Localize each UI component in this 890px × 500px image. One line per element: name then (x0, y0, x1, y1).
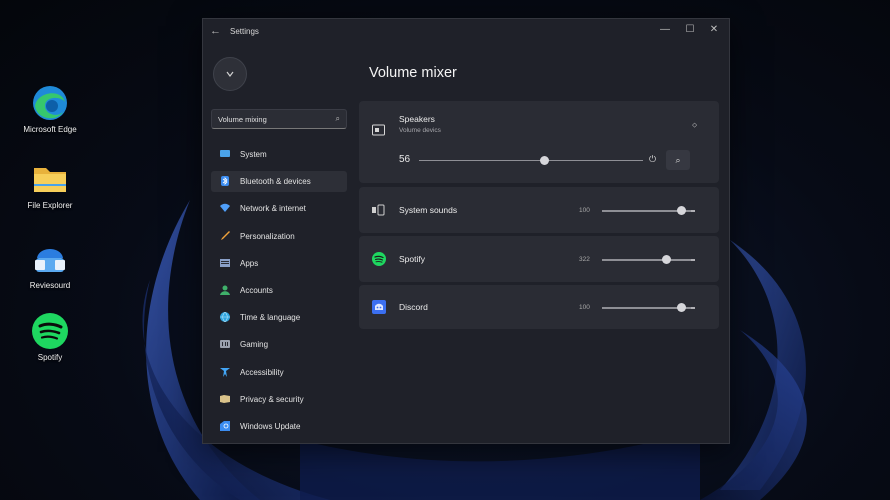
sidebar-item-personalization[interactable]: Personalization (211, 226, 347, 247)
sidebar-item-label: Privacy & security (240, 394, 304, 404)
sidebar-item-windows-update[interactable]: Windows Update (211, 416, 347, 437)
sidebar-item-label: Bluetooth & devices (240, 177, 311, 187)
bluetooth-icon (221, 176, 229, 187)
app-volume-thumb[interactable] (676, 206, 686, 215)
maximize-button[interactable]: ☐ (683, 24, 697, 35)
app-name: Discord (399, 302, 428, 312)
system-icon (220, 150, 230, 157)
avatar[interactable] (213, 57, 247, 91)
sidebar-item-apps[interactable]: Apps (211, 253, 347, 274)
discord-icon (372, 300, 386, 314)
sidebar-item-label: Gaming (240, 340, 269, 350)
spotify-icon (372, 252, 386, 266)
apps-icon (220, 258, 230, 267)
desktop-icon-spotify[interactable]: Spotify (10, 312, 90, 362)
sidebar-item-gaming[interactable]: Gaming (211, 334, 347, 355)
desktop-icon-label: File Explorer (27, 201, 73, 210)
speakers-volume-slider[interactable] (419, 159, 643, 161)
app-volume-thumb[interactable] (662, 255, 672, 264)
speakers-volume-value: 56 (399, 154, 411, 165)
close-button[interactable]: ✕ (707, 24, 721, 35)
user-icon (226, 71, 234, 77)
sidebar-item-label: Time & language (240, 313, 301, 323)
edge-icon (31, 84, 69, 122)
app-volume-value: 100 (579, 207, 590, 214)
speaker-device-icon (372, 124, 385, 136)
sidebar-item-label: Apps (240, 258, 259, 268)
update-icon (220, 420, 230, 431)
sidebar-item-system[interactable]: System (211, 144, 347, 165)
window-title: Settings (230, 27, 259, 36)
slider-end-mark (691, 210, 695, 212)
accessibility-icon (220, 367, 230, 377)
desktop-icon-label: Spotify (37, 353, 63, 362)
speakers-volume-thumb[interactable] (539, 155, 549, 165)
page-title: Volume mixer (369, 65, 457, 81)
app-row-discord[interactable]: Discord 100 (359, 285, 719, 329)
sidebar-item-accounts[interactable]: Accounts (211, 280, 347, 301)
sidebar-item-label: Accessibility (240, 367, 284, 377)
sidebar-item-label: Personalization (240, 231, 295, 241)
sidebar-item-time-language[interactable]: Time & language (211, 307, 347, 328)
sidebar-item-label: System (240, 150, 267, 159)
search-value: Volume mixing (218, 115, 267, 124)
search-icon: ⌕ (675, 154, 681, 165)
desktop-icon-label: Reviesourd (29, 281, 71, 290)
gaming-icon (220, 340, 230, 349)
app-volume-value: 322 (579, 256, 590, 263)
system-sounds-icon (372, 204, 385, 216)
desktop-icon-app[interactable]: Reviesourd (10, 240, 90, 290)
sidebar-item-network[interactable]: Network & internet (211, 198, 347, 219)
speakers-card[interactable]: Speakers Volume devics ⬦ 56 ⏻ ⌕ (359, 101, 719, 183)
speakers-subtitle: Volume devics (399, 127, 441, 134)
sidebar-item-privacy[interactable]: Privacy & security (211, 389, 347, 410)
desktop-icon-label: Microsoft Edge (23, 125, 77, 134)
back-button[interactable]: ← (210, 25, 221, 37)
network-icon (220, 204, 230, 213)
desktop-icon-edge[interactable]: Microsoft Edge (10, 84, 90, 134)
sidebar-item-label: Network & internet (240, 204, 306, 214)
app-volume-thumb[interactable] (676, 303, 686, 312)
settings-window: ← Settings — ☐ ✕ Volume mixing ⌕ System … (202, 18, 730, 444)
shield-icon (220, 394, 230, 403)
folder-icon (31, 160, 69, 198)
slider-end-mark (691, 259, 695, 261)
plug-icon[interactable]: ⏻ (649, 154, 656, 165)
app-row-spotify[interactable]: Spotify 322 (359, 236, 719, 282)
app-icon (31, 240, 69, 278)
sidebar-item-label: Windows Update (240, 421, 301, 431)
brush-icon (221, 230, 230, 240)
spotify-icon (31, 312, 69, 350)
title-bar: ← Settings — ☐ ✕ (203, 19, 729, 45)
app-volume-value: 100 (579, 304, 590, 311)
sidebar-item-bluetooth[interactable]: Bluetooth & devices (211, 171, 347, 193)
sidebar-nav: System Bluetooth & devices Network & int… (211, 144, 347, 443)
sidebar-item-label: Accounts (240, 285, 273, 295)
search-icon: ⌕ (335, 114, 340, 123)
accounts-icon (220, 285, 230, 295)
expand-icon[interactable]: ⬦ (692, 122, 697, 130)
sidebar-item-accessibility[interactable]: Accessibility (211, 362, 347, 383)
app-name: Spotify (399, 254, 425, 264)
speakers-title: Speakers (399, 114, 435, 124)
device-search-button[interactable]: ⌕ (666, 150, 690, 170)
minimize-button[interactable]: — (658, 24, 672, 35)
app-name: System sounds (399, 205, 458, 215)
globe-icon (220, 312, 230, 323)
desktop-icon-file-explorer[interactable]: File Explorer (10, 160, 90, 210)
search-input[interactable]: Volume mixing ⌕ (211, 109, 347, 129)
slider-end-mark (691, 307, 695, 309)
app-volume-slider[interactable] (602, 259, 692, 261)
app-row-system-sounds[interactable]: System sounds 100 (359, 187, 719, 233)
